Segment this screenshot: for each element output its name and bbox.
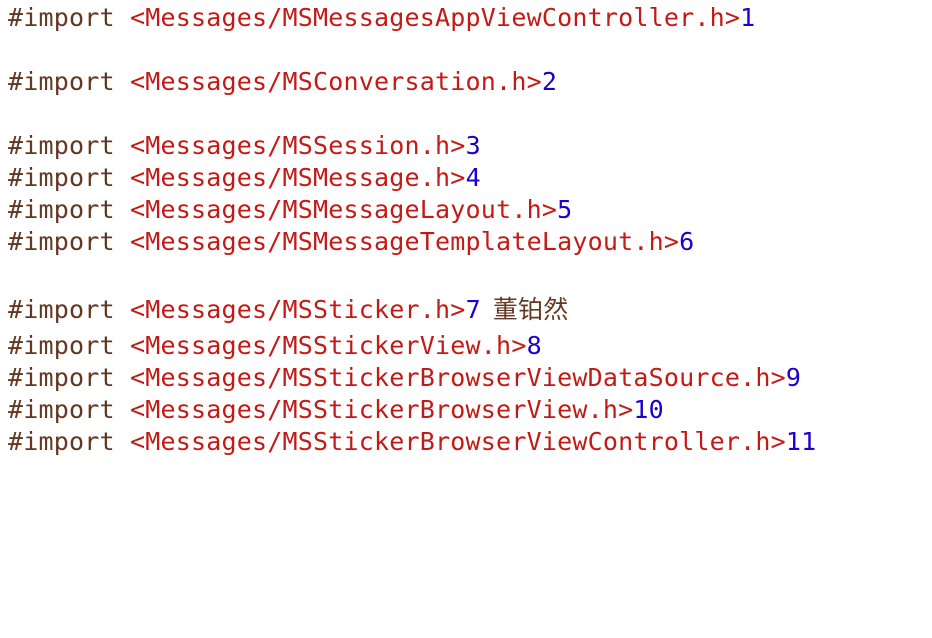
- line-number: 4: [465, 163, 481, 192]
- line-number: 11: [785, 427, 817, 456]
- import-keyword: #import: [8, 163, 115, 192]
- import-path: <Messages/MSSession.h>: [130, 131, 466, 160]
- code-line: #import <Messages/MSStickerView.h>8: [8, 330, 542, 362]
- code-line: #import <Messages/MSMessagesAppViewContr…: [8, 2, 755, 34]
- code-line: #import <Messages/MSSession.h>3: [8, 130, 481, 162]
- import-keyword: #import: [8, 131, 115, 160]
- import-path: <Messages/MSSticker.h>: [130, 295, 466, 324]
- import-path: <Messages/MSStickerBrowserViewController…: [130, 427, 786, 456]
- code-line: #import <Messages/MSMessageLayout.h>5: [8, 194, 572, 226]
- import-keyword: #import: [8, 195, 115, 224]
- import-keyword: #import: [8, 67, 115, 96]
- line-number: 7: [465, 295, 481, 324]
- line-number: 10: [633, 395, 664, 424]
- import-keyword: #import: [8, 363, 115, 392]
- code-line: #import <Messages/MSConversation.h>2: [8, 66, 557, 98]
- import-path: <Messages/MSStickerView.h>: [130, 331, 527, 360]
- line-number: 2: [541, 67, 558, 96]
- import-keyword: #import: [8, 427, 115, 456]
- line-number: 5: [557, 195, 573, 224]
- import-keyword: #import: [8, 227, 115, 256]
- code-line: #import <Messages/MSStickerBrowserViewDa…: [8, 362, 801, 394]
- import-path: <Messages/MSConversation.h>: [130, 67, 542, 96]
- code-line: #import <Messages/MSMessageTemplateLayou…: [8, 226, 694, 258]
- code-line: #import <Messages/MSSticker.h>7 董铂然: [8, 294, 568, 326]
- code-line: #import <Messages/MSStickerBrowserViewCo…: [8, 426, 816, 458]
- line-number: 6: [679, 227, 695, 256]
- import-path: <Messages/MSMessagesAppViewController.h>: [130, 3, 741, 32]
- code-line: #import <Messages/MSStickerBrowserView.h…: [8, 394, 664, 426]
- import-path: <Messages/MSMessageTemplateLayout.h>: [130, 227, 680, 256]
- line-number: 1: [740, 3, 756, 32]
- code-line: #import <Messages/MSMessage.h>4: [8, 162, 481, 194]
- import-keyword: #import: [8, 395, 115, 424]
- import-path: <Messages/MSMessage.h>: [130, 163, 466, 192]
- code-editor[interactable]: #import <Messages/MSMessagesAppViewContr…: [8, 0, 928, 638]
- import-path: <Messages/MSMessageLayout.h>: [130, 195, 558, 224]
- author-note: 董铂然: [492, 295, 569, 324]
- import-keyword: #import: [8, 295, 115, 324]
- line-number: 8: [526, 331, 542, 360]
- line-number: 3: [465, 131, 481, 160]
- import-path: <Messages/MSStickerBrowserView.h>: [130, 395, 634, 424]
- import-keyword: #import: [8, 331, 115, 360]
- import-keyword: #import: [8, 3, 115, 32]
- line-number: 9: [785, 363, 802, 392]
- import-path: <Messages/MSStickerBrowserViewDataSource…: [130, 363, 786, 392]
